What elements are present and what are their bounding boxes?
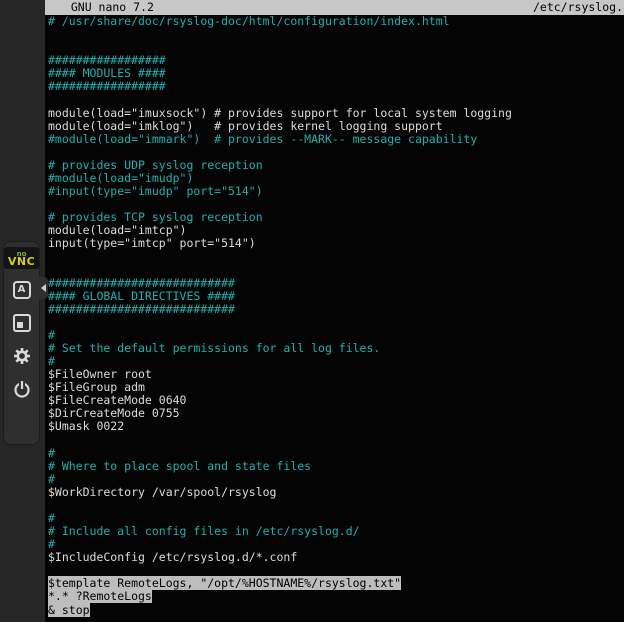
terminal-line: input(type="imtcp" port="514")	[48, 237, 624, 250]
selected-text: $template RemoteLogs, "/opt/%HOSTNAME%/r…	[48, 576, 401, 590]
terminal-line: ###########################	[48, 277, 624, 290]
terminal-line: ###########################	[48, 303, 624, 316]
terminal-line: #	[48, 329, 624, 342]
terminal-line: #### GLOBAL DIRECTIVES ####	[48, 290, 624, 303]
terminal-line: *.* ?RemoteLogs	[48, 590, 624, 603]
terminal-line	[48, 499, 624, 512]
terminal-line: #module(load="immark") # provides --MARK…	[48, 133, 624, 146]
control-bar-handle[interactable]	[39, 277, 48, 299]
settings-button[interactable]	[9, 343, 35, 369]
terminal-line	[48, 434, 624, 447]
terminal-line: # Set the default permissions for all lo…	[48, 342, 624, 355]
terminal-line: # Where to place spool and state files	[48, 460, 624, 473]
nano-titlebar: GNU nano 7.2 /etc/rsyslog.	[45, 0, 624, 15]
chevron-left-icon	[41, 284, 46, 292]
terminal-line	[48, 250, 624, 263]
power-button[interactable]	[9, 376, 35, 402]
keyboard-button[interactable]: A	[9, 277, 35, 303]
gear-icon	[12, 346, 32, 366]
terminal-line	[48, 28, 624, 41]
terminal-line: $Umask 0022	[48, 420, 624, 433]
terminal-line: # Include all config files in /etc/rsysl…	[48, 525, 624, 538]
terminal-line: #	[48, 447, 624, 460]
terminal-line: # /usr/share/doc/rsyslog-doc/html/config…	[48, 15, 624, 28]
nano-version: GNU nano 7.2	[57, 0, 154, 15]
novnc-logo-vnc: VNC	[8, 258, 35, 266]
terminal-line: #################	[48, 80, 624, 93]
nano-buffer: # /usr/share/doc/rsyslog-doc/html/config…	[45, 15, 624, 617]
terminal-line: #	[48, 473, 624, 486]
terminal-line	[48, 316, 624, 329]
terminal-line: #input(type="imudp" port="514")	[48, 185, 624, 198]
power-icon	[12, 379, 32, 399]
keyboard-icon: A	[13, 281, 31, 299]
terminal-line: # provides UDP syslog reception	[48, 159, 624, 172]
terminal-line: module(load="imuxsock") # provides suppo…	[48, 107, 624, 120]
selected-text: & stop	[48, 603, 90, 617]
terminal-line: module(load="imklog") # provides kernel …	[48, 120, 624, 133]
fullscreen-icon	[12, 313, 32, 333]
terminal-line: $DirCreateMode 0755	[48, 407, 624, 420]
terminal-screen[interactable]: GNU nano 7.2 /etc/rsyslog. # /usr/share/…	[45, 0, 624, 622]
terminal-line	[48, 263, 624, 276]
terminal-line	[48, 93, 624, 106]
terminal-line: $WorkDirectory /var/spool/rsyslog	[48, 486, 624, 499]
novnc-logo: no VNC	[4, 247, 39, 269]
terminal-line	[48, 146, 624, 159]
nano-filename: /etc/rsyslog.	[533, 0, 623, 15]
selected-text: *.* ?RemoteLogs	[48, 589, 152, 603]
novnc-control-bar: no VNC A	[3, 241, 40, 445]
terminal-line: $IncludeConfig /etc/rsyslog.d/*.conf	[48, 551, 624, 564]
fullscreen-button[interactable]	[9, 310, 35, 336]
terminal-line: & stop	[48, 604, 624, 617]
